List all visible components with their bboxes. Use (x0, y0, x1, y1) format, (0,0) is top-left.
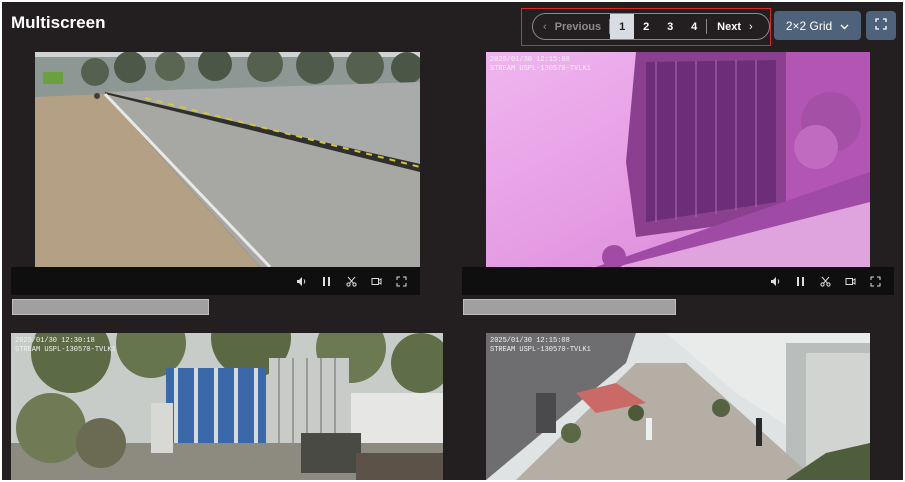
pagination: ‹ Previous 1 2 3 4 Next › (532, 13, 770, 40)
page-1-button[interactable]: 1 (610, 14, 635, 39)
previous-label: Previous (554, 20, 602, 33)
camera-feed-4[interactable]: 2025/01/30 12:15:08 STREAM USPL-130570-T… (486, 333, 870, 480)
record-icon[interactable] (371, 276, 382, 287)
camera-feed-4-image: 2025/01/30 12:15:08 STREAM USPL-130570-T… (486, 333, 870, 480)
page-title: Multiscreen (11, 13, 106, 32)
camera-feed-1-image (35, 52, 420, 267)
camera-1-controls (11, 267, 420, 295)
camera-3-osd-line-2: STREAM USPL-130570-TVLK1 (15, 346, 116, 354)
camera-4-osd-line-2: STREAM USPL-130570-TVLK1 (490, 346, 591, 354)
camera-2-controls (462, 267, 894, 295)
expand-icon[interactable] (870, 276, 881, 287)
page-2-button[interactable]: 2 (634, 14, 658, 39)
camera-feed-3[interactable]: 2025/01/30 12:30:18 STREAM USPL-130570-T… (11, 333, 443, 480)
camera-4-osd-line-1: 2025/01/30 12:15:08 (490, 337, 570, 345)
camera-1-name-bar (12, 299, 209, 315)
chevron-right-icon: › (748, 20, 753, 33)
expand-icon[interactable] (396, 276, 407, 287)
pause-icon[interactable] (795, 276, 806, 287)
chevron-left-icon: ‹ (543, 20, 547, 33)
camera-feed-1[interactable] (35, 52, 420, 267)
volume-icon[interactable] (770, 276, 781, 287)
camera-2-name-bar (463, 299, 676, 315)
volume-icon[interactable] (296, 276, 307, 287)
next-button[interactable]: Next › (707, 14, 763, 39)
multiscreen-panel: Multiscreen ‹ Previous 1 2 3 4 Next › 2×… (2, 2, 903, 480)
next-label: Next (717, 20, 741, 33)
pause-icon[interactable] (321, 276, 332, 287)
fullscreen-icon (875, 17, 887, 35)
record-icon[interactable] (845, 276, 856, 287)
page-3-button[interactable]: 3 (658, 14, 682, 39)
camera-2-osd-line-1: 2025/01/30 12:15:08 (490, 56, 570, 64)
grid-layout-dropdown[interactable]: 2×2 Grid (774, 11, 861, 40)
page-4-button[interactable]: 4 (682, 14, 706, 39)
camera-2-osd-line-2: STREAM USPL-130570-TVLK1 (490, 65, 591, 73)
camera-feed-2[interactable]: 2025/01/30 12:15:08 STREAM USPL-130570-T… (486, 52, 870, 267)
camera-feed-3-image: 2025/01/30 12:30:18 STREAM USPL-130570-T… (11, 333, 443, 480)
scissors-icon[interactable] (820, 276, 831, 287)
camera-3-osd-line-1: 2025/01/30 12:30:18 (15, 337, 95, 345)
fullscreen-button[interactable] (866, 11, 896, 40)
camera-feed-2-image: 2025/01/30 12:15:08 STREAM USPL-130570-T… (486, 52, 870, 267)
previous-button[interactable]: ‹ Previous (533, 14, 609, 39)
chevron-down-icon (840, 19, 849, 33)
scissors-icon[interactable] (346, 276, 357, 287)
grid-layout-label: 2×2 Grid (785, 18, 833, 33)
